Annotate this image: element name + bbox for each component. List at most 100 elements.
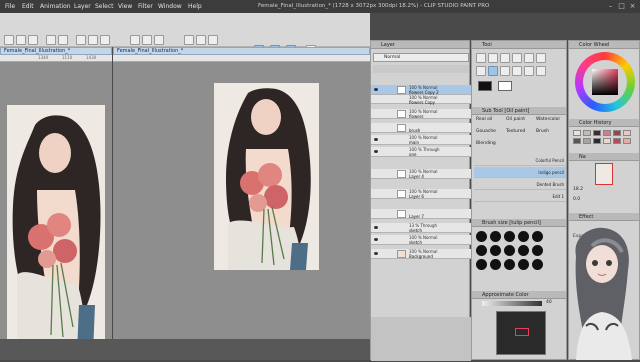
selection-icon[interactable]	[500, 53, 510, 63]
history-swatch[interactable]	[623, 138, 631, 144]
ruler-icon[interactable]	[196, 35, 206, 45]
brush-item-selected[interactable]: Indigo pencil	[474, 167, 566, 178]
history-swatch[interactable]	[603, 130, 611, 136]
blend-mode-select[interactable]: Normal	[373, 53, 469, 62]
saturation-value-square[interactable]	[592, 69, 618, 95]
layer-row[interactable]: 100 % Through one	[371, 147, 471, 157]
auto-select-icon[interactable]	[512, 53, 522, 63]
document-tab-right[interactable]: Female_Final_Illustration_*	[113, 47, 370, 55]
menu-file[interactable]: File	[5, 3, 15, 10]
color-space-box[interactable]	[496, 311, 546, 355]
menu-animation[interactable]: Animation	[40, 3, 71, 10]
close-icon[interactable]: ×	[628, 2, 637, 11]
history-swatch[interactable]	[583, 138, 591, 144]
minimize-icon[interactable]: –	[606, 2, 615, 11]
document-tab-left[interactable]: Female_Final_Illustration_*	[0, 47, 112, 55]
brush-size-dot[interactable]	[490, 259, 501, 270]
crop-icon[interactable]	[184, 35, 194, 45]
approx-color-slider[interactable]	[482, 301, 542, 306]
transform-icon[interactable]	[100, 35, 110, 45]
redo-icon[interactable]	[58, 35, 68, 45]
airbrush-icon[interactable]	[500, 66, 510, 76]
clear-icon[interactable]	[76, 35, 86, 45]
subtool-group[interactable]: Gouache	[476, 129, 496, 134]
brush-item[interactable]: Edit 1	[474, 191, 566, 202]
layer-row[interactable]: 100 % Normal Background	[371, 249, 471, 259]
brush-size-dot[interactable]	[532, 259, 543, 270]
visibility-eye-icon[interactable]	[374, 138, 378, 141]
move-icon[interactable]	[488, 53, 498, 63]
save-icon[interactable]	[28, 35, 38, 45]
menu-select[interactable]: Select	[95, 3, 114, 10]
history-swatch[interactable]	[623, 130, 631, 136]
open-file-icon[interactable]	[16, 35, 26, 45]
fill-icon[interactable]	[88, 35, 98, 45]
visibility-eye-icon[interactable]	[374, 150, 378, 153]
history-swatch[interactable]	[593, 130, 601, 136]
menu-view[interactable]: View	[118, 3, 132, 10]
maximize-icon[interactable]: □	[617, 2, 626, 11]
subtool-group[interactable]: Textured	[506, 129, 525, 134]
brush-size-dot[interactable]	[532, 245, 543, 256]
pencil-icon[interactable]	[476, 66, 486, 76]
zoom-icon[interactable]	[476, 53, 486, 63]
navigator-preview[interactable]	[595, 163, 613, 185]
new-file-icon[interactable]	[4, 35, 14, 45]
layer-row[interactable]: 100 % Normal sketch	[371, 235, 471, 245]
brush-size-dot[interactable]	[490, 231, 501, 242]
history-swatch[interactable]	[593, 138, 601, 144]
deselect-icon[interactable]	[142, 35, 152, 45]
brush-size-dot[interactable]	[518, 231, 529, 242]
layer-row[interactable]: 13 % Through sketch	[371, 223, 471, 233]
brush-item[interactable]: Dented Brush	[474, 179, 566, 190]
brush-icon[interactable]	[488, 66, 498, 76]
visibility-eye-icon[interactable]	[374, 252, 378, 255]
sub-color-swatch[interactable]	[498, 81, 512, 91]
layer-row[interactable]: Layer 7	[371, 209, 471, 219]
layer-row[interactable]: 100 % Normal Layer 4	[371, 169, 471, 179]
history-swatch[interactable]	[573, 130, 581, 136]
canvas-right[interactable]	[113, 62, 370, 339]
brush-size-dot[interactable]	[476, 245, 487, 256]
brush-size-dot[interactable]	[518, 259, 529, 270]
subtool-group[interactable]: Watercolor	[536, 117, 560, 122]
brush-size-dot[interactable]	[490, 245, 501, 256]
brush-size-dot[interactable]	[476, 259, 487, 270]
history-swatch[interactable]	[603, 138, 611, 144]
menu-window[interactable]: Window	[158, 3, 182, 10]
color-wheel[interactable]	[575, 52, 635, 112]
canvas-left[interactable]	[0, 62, 112, 353]
select-all-icon[interactable]	[130, 35, 140, 45]
history-swatch[interactable]	[613, 130, 621, 136]
history-swatch[interactable]	[583, 130, 591, 136]
undo-icon[interactable]	[46, 35, 56, 45]
menu-filter[interactable]: Filter	[138, 3, 153, 10]
menu-help[interactable]: Help	[188, 3, 202, 10]
brush-size-dot[interactable]	[518, 245, 529, 256]
eraser-icon[interactable]	[512, 66, 522, 76]
layer-row[interactable]: 100 % Normal flowers Copy	[371, 95, 471, 105]
subtool-group[interactable]: Real oil	[476, 117, 492, 122]
invert-selection-icon[interactable]	[154, 35, 164, 45]
brush-size-dot[interactable]	[504, 259, 515, 270]
brush-size-dot[interactable]	[504, 231, 515, 242]
pen-icon[interactable]	[536, 53, 546, 63]
visibility-eye-icon[interactable]	[374, 238, 378, 241]
snap-icon[interactable]	[208, 35, 218, 45]
layer-row[interactable]: 100 % Normal flowers Copy 2	[371, 85, 471, 95]
visibility-eye-icon[interactable]	[374, 226, 378, 229]
menu-layer[interactable]: Layer	[74, 3, 91, 10]
brush-size-dot[interactable]	[532, 231, 543, 242]
brush-item[interactable]: Colorful Pencil	[474, 155, 566, 166]
eyedropper-icon[interactable]	[524, 53, 534, 63]
brush-size-dot[interactable]	[504, 245, 515, 256]
blend-icon[interactable]	[524, 66, 534, 76]
main-color-swatch[interactable]	[478, 81, 492, 91]
subtool-group[interactable]: Oil paint	[506, 117, 525, 122]
subtool-group[interactable]: Blending	[476, 141, 496, 146]
visibility-eye-icon[interactable]	[374, 88, 378, 91]
layer-row[interactable]: brush	[371, 123, 471, 133]
layer-row[interactable]: 100 % Normal main	[371, 135, 471, 145]
history-swatch[interactable]	[573, 138, 581, 144]
fill-bucket-icon[interactable]	[536, 66, 546, 76]
